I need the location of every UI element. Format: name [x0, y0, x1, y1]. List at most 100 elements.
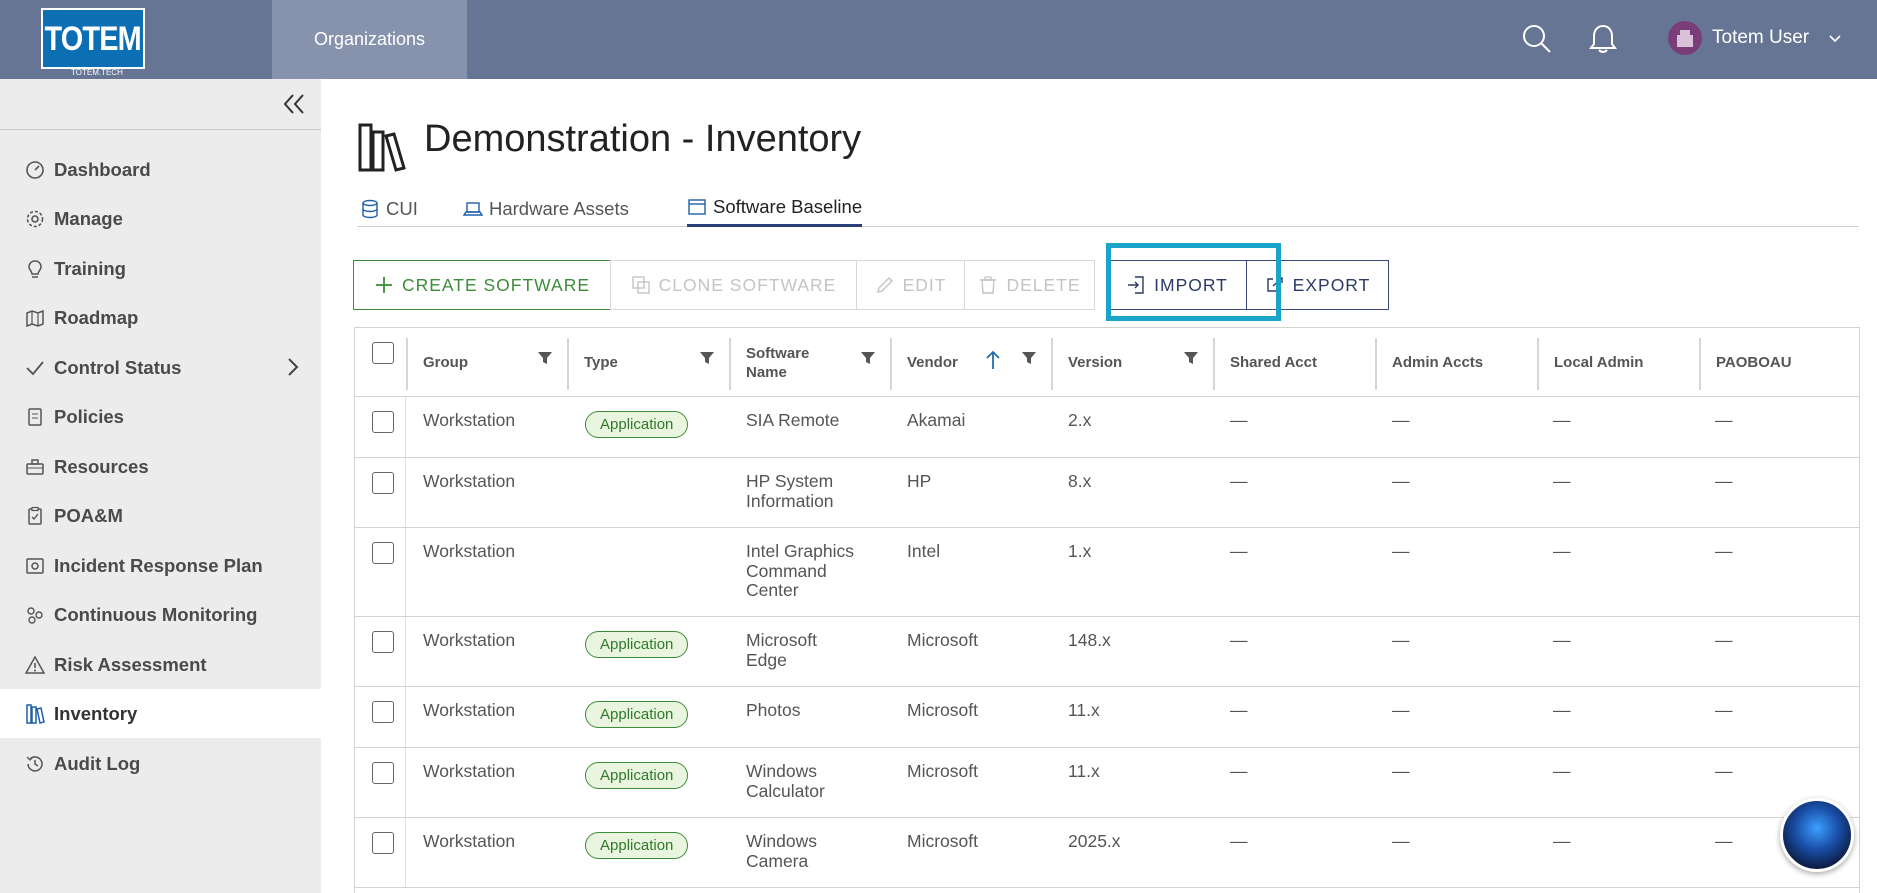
sidebar-item-control-status[interactable]: Control Status	[0, 343, 321, 392]
cell-paoboau: —	[1715, 541, 1733, 561]
select-all-checkbox[interactable]	[372, 342, 394, 364]
sidebar-item-poam[interactable]: POA&M	[0, 491, 321, 540]
table-row[interactable]: Workstation Application Microsoft Edge M…	[355, 617, 1859, 687]
clone-software-button[interactable]: CLONE SOFTWARE	[610, 260, 857, 310]
type-badge: Application	[585, 762, 689, 789]
export-button[interactable]: EXPORT	[1246, 260, 1389, 310]
cycle-icon	[24, 604, 46, 626]
filter-icon[interactable]	[1021, 350, 1037, 366]
filter-icon[interactable]	[699, 350, 715, 366]
row-checkbox[interactable]	[372, 472, 394, 494]
cell-version: 11.x	[1068, 761, 1100, 781]
bell-icon[interactable]	[1584, 20, 1622, 58]
cell-admin-accts: —	[1392, 761, 1410, 781]
table-row[interactable]: Workstation Application Photos Microsoft…	[355, 687, 1859, 748]
column-header-local-admin[interactable]: Local Admin	[1538, 328, 1699, 397]
column-label: PAOBOAU	[1716, 354, 1792, 371]
row-checkbox[interactable]	[372, 631, 394, 653]
column-header-shared-acct[interactable]: Shared Acct	[1214, 328, 1375, 397]
edit-button[interactable]: EDIT	[856, 260, 965, 310]
cell-vendor: Microsoft	[907, 761, 978, 781]
table-header: Group Type Software Name Vendor Version …	[355, 328, 1859, 397]
user-menu[interactable]: Totem User	[1668, 18, 1841, 58]
row-checkbox[interactable]	[372, 762, 394, 784]
import-icon	[1128, 276, 1144, 294]
sidebar-item-audit-log[interactable]: Audit Log	[0, 739, 321, 788]
column-label: Type	[584, 354, 618, 371]
cell-admin-accts: —	[1392, 700, 1410, 720]
sidebar-item-training[interactable]: Training	[0, 244, 321, 293]
totem-logo[interactable]: TOTEM TOTEM.TECH	[41, 8, 145, 77]
sidebar-item-roadmap[interactable]: Roadmap	[0, 293, 321, 342]
tab-software-baseline[interactable]: Software Baseline	[687, 190, 863, 227]
row-checkbox[interactable]	[372, 542, 394, 564]
sidebar-item-label: Continuous Monitoring	[54, 603, 258, 625]
column-header-admin-accts[interactable]: Admin Accts	[1376, 328, 1537, 397]
sidebar-item-label: Policies	[54, 405, 124, 427]
sidebar-item-continuous-monitoring[interactable]: Continuous Monitoring	[0, 590, 321, 639]
cell-local-admin: —	[1553, 410, 1571, 430]
chevron-right-icon	[287, 357, 299, 382]
cell-vendor: HP	[907, 471, 932, 491]
filter-icon[interactable]	[860, 350, 876, 366]
collapse-sidebar-icon[interactable]	[279, 89, 309, 119]
sidebar-item-label: Dashboard	[54, 158, 151, 180]
column-header-paoboau[interactable]: PAOBOAU	[1700, 328, 1859, 397]
action-toolbar: CREATE SOFTWARE CLONE SOFTWARE EDIT DELE…	[353, 260, 1389, 310]
clone-icon	[631, 276, 650, 294]
table-row[interactable]: Workstation Application Windows Camera M…	[355, 818, 1859, 888]
cell-local-admin: —	[1553, 761, 1571, 781]
tab-hardware-assets[interactable]: Hardware Assets	[463, 190, 629, 227]
nav-organizations[interactable]: Organizations	[272, 0, 467, 79]
plus-icon	[375, 277, 392, 293]
cell-admin-accts: —	[1392, 831, 1410, 851]
books-icon	[357, 122, 409, 174]
sort-ascending-icon[interactable]	[985, 350, 1001, 370]
cell-vendor: Intel	[907, 541, 941, 561]
sidebar-divider	[0, 129, 321, 130]
toolbox-icon	[24, 456, 46, 478]
create-software-button[interactable]: CREATE SOFTWARE	[353, 260, 611, 310]
cell-shared-acct: —	[1230, 471, 1248, 491]
cell-shared-acct: —	[1230, 831, 1248, 851]
cell-paoboau: —	[1715, 831, 1733, 851]
sidebar-item-policies[interactable]: Policies	[0, 392, 321, 441]
clipboard-icon	[24, 505, 46, 527]
laptop-icon	[463, 201, 483, 216]
sidebar-item-risk-assessment[interactable]: Risk Assessment	[0, 640, 321, 689]
window-icon	[688, 199, 706, 215]
cell-paoboau: —	[1715, 761, 1733, 781]
column-label: Vendor	[907, 354, 958, 371]
table-row[interactable]: Workstation HP System Information HP 8.x…	[355, 458, 1859, 528]
sidebar-item-inventory[interactable]: Inventory	[0, 689, 321, 738]
table-row[interactable]: Workstation Application Windows Calculat…	[355, 748, 1859, 818]
chat-assistant-button[interactable]	[1780, 798, 1854, 872]
row-checkbox[interactable]	[372, 411, 394, 433]
history-icon	[24, 753, 46, 775]
filter-icon[interactable]	[1183, 350, 1199, 366]
sidebar-item-dashboard[interactable]: Dashboard	[0, 145, 321, 194]
warning-icon	[24, 654, 46, 676]
check-icon	[24, 357, 46, 379]
cell-group: Workstation	[423, 630, 516, 650]
cell-group: Workstation	[423, 471, 516, 491]
delete-button[interactable]: DELETE	[964, 260, 1095, 310]
cell-admin-accts: —	[1392, 410, 1410, 430]
row-checkbox[interactable]	[372, 832, 394, 854]
sidebar-item-incident-response-plan[interactable]: Incident Response Plan	[0, 541, 321, 590]
sidebar-item-manage[interactable]: Manage	[0, 194, 321, 243]
import-button[interactable]: IMPORT	[1107, 260, 1247, 310]
column-header-software-name[interactable]: Software Name	[730, 328, 860, 397]
search-icon[interactable]	[1518, 20, 1556, 58]
row-checkbox[interactable]	[372, 701, 394, 723]
table-row[interactable]: Workstation Application SIA Remote Akama…	[355, 397, 1859, 458]
cell-version: 148.x	[1068, 630, 1111, 650]
cell-group: Workstation	[423, 831, 516, 851]
button-label: EXPORT	[1292, 274, 1371, 295]
tab-cui[interactable]: CUI	[360, 190, 418, 227]
cell-version: 1.x	[1068, 541, 1092, 561]
cell-shared-acct: —	[1230, 410, 1248, 430]
table-row[interactable]: Workstation Intel Graphics Command Cente…	[355, 528, 1859, 617]
sidebar-item-resources[interactable]: Resources	[0, 442, 321, 491]
filter-icon[interactable]	[537, 350, 553, 366]
